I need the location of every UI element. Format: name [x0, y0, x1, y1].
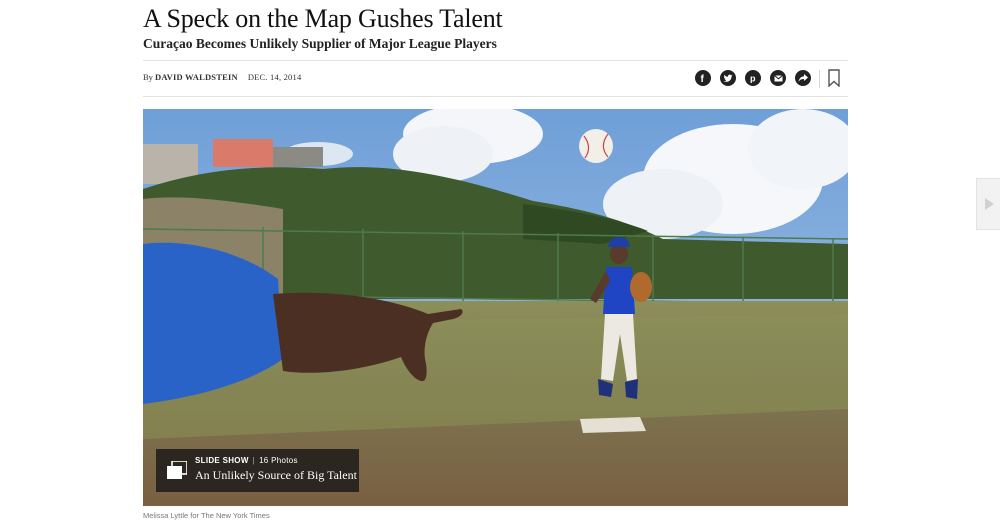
- pinterest-icon: p: [750, 74, 756, 84]
- email-share-button[interactable]: [770, 70, 786, 86]
- pinterest-share-button[interactable]: p: [745, 70, 761, 86]
- divider: [143, 60, 848, 61]
- bookmark-icon: [828, 69, 840, 88]
- headline: A Speck on the Map Gushes Talent: [143, 4, 503, 33]
- toolbar-divider: [819, 70, 820, 88]
- more-share-button[interactable]: [795, 70, 811, 86]
- photo-credit: Melissa Lyttle for The New York Times: [143, 511, 270, 520]
- slideshow-title[interactable]: An Unlikely Source of Big Talent: [195, 468, 357, 483]
- next-article-button[interactable]: [976, 178, 1000, 230]
- facebook-icon: f: [701, 74, 705, 83]
- byline-text: By DAVID WALDSTEIN: [143, 72, 238, 82]
- byline-prefix: By: [143, 72, 153, 82]
- twitter-icon: [723, 74, 733, 82]
- slideshow-icon: [167, 461, 187, 479]
- facebook-share-button[interactable]: f: [695, 70, 711, 86]
- save-bookmark-button[interactable]: [828, 69, 840, 88]
- author-link[interactable]: DAVID WALDSTEIN: [155, 72, 238, 82]
- twitter-share-button[interactable]: [720, 70, 736, 86]
- baseball-photo: [143, 109, 848, 506]
- divider: [143, 96, 848, 97]
- slideshow-meta: SLIDE SHOW | 16 Photos: [195, 456, 298, 465]
- svg-text:p: p: [750, 74, 756, 84]
- dateline: DEC. 14, 2014: [247, 72, 302, 82]
- email-icon: [773, 74, 783, 81]
- share-arrow-icon: [798, 74, 808, 82]
- photo-count: 16 Photos: [259, 456, 298, 465]
- byline: By DAVID WALDSTEIN DEC. 14, 2014: [143, 72, 301, 82]
- summary: Curaçao Becomes Unlikely Supplier of Maj…: [143, 36, 497, 51]
- separator: |: [252, 456, 256, 465]
- slideshow-promo[interactable]: SLIDE SHOW | 16 Photos An Unlikely Source …: [156, 449, 359, 492]
- svg-text:f: f: [701, 74, 705, 83]
- slideshow-kicker: SLIDE SHOW: [195, 456, 249, 465]
- lead-photo[interactable]: [143, 109, 848, 506]
- share-tools: f p: [695, 70, 811, 86]
- next-arrow-icon: [985, 198, 994, 210]
